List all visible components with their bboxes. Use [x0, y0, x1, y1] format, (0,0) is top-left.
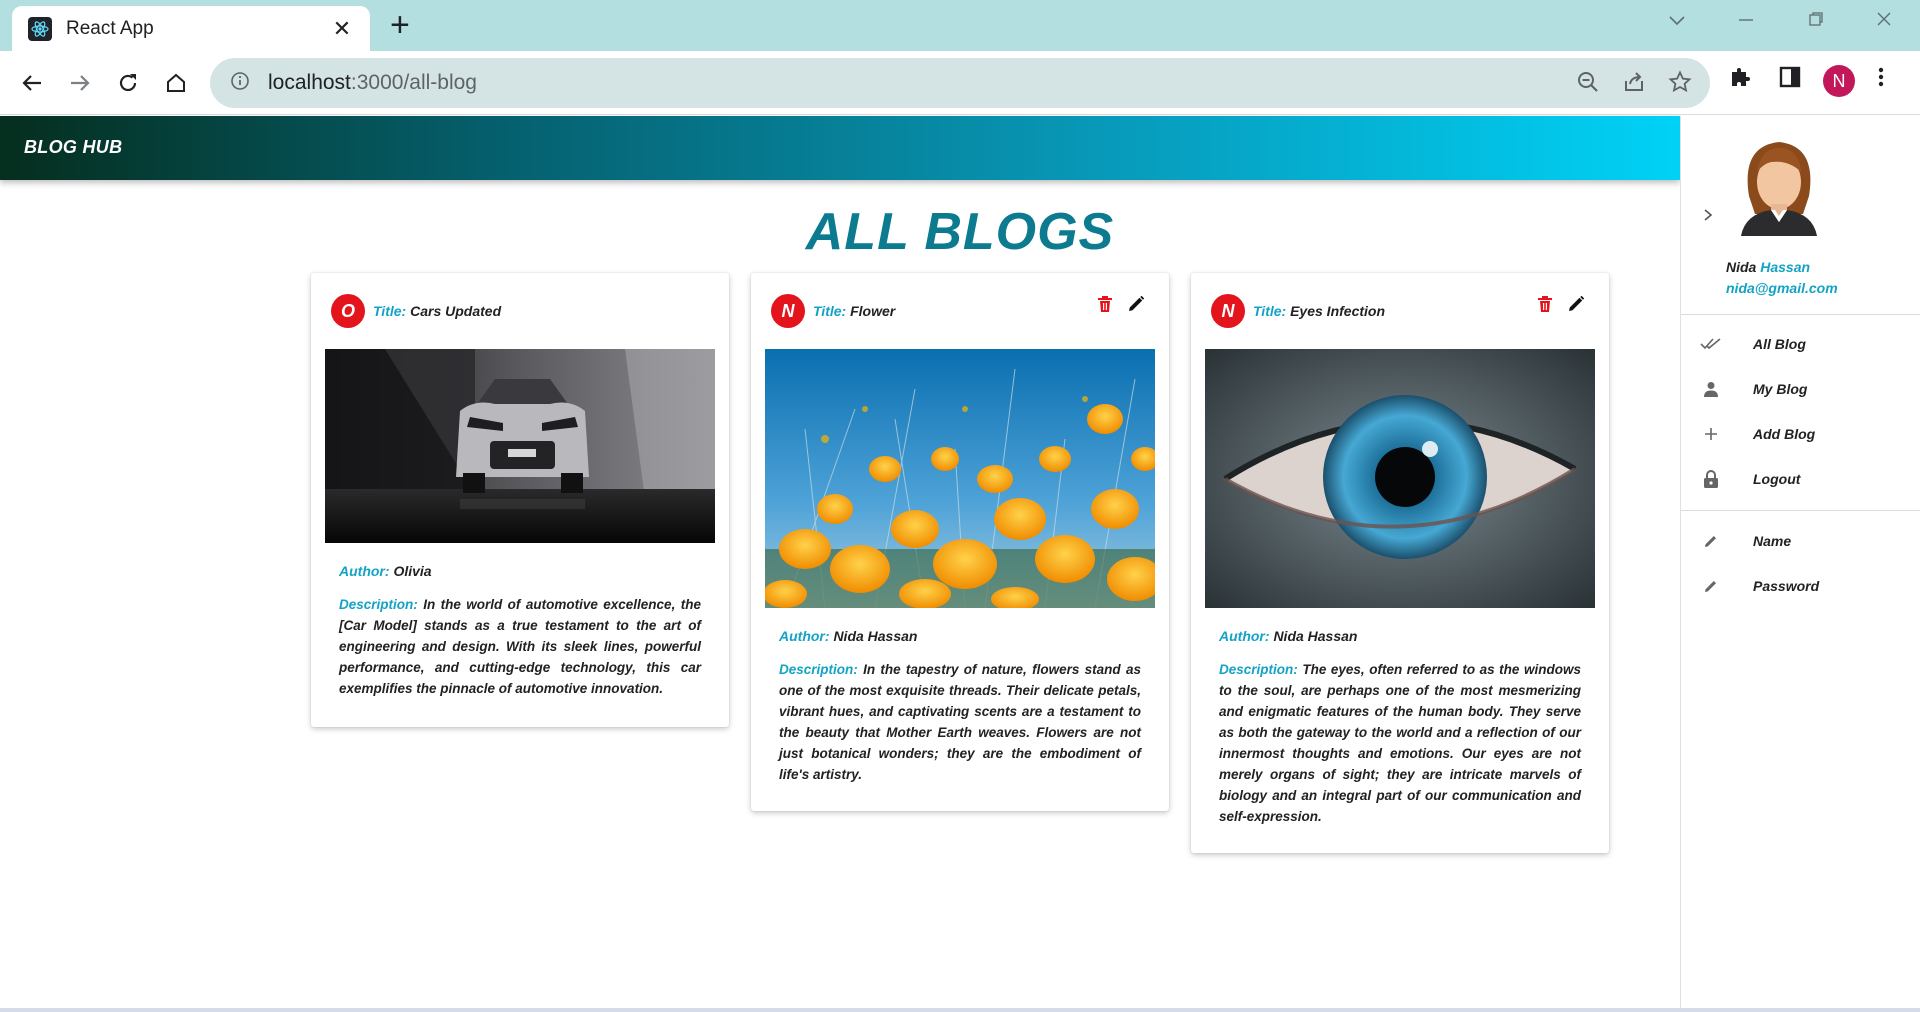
- delete-icon[interactable]: [1537, 295, 1553, 318]
- sidebar-item-logout[interactable]: Logout: [1681, 459, 1920, 499]
- url-text[interactable]: localhost:3000/all-blog: [268, 71, 477, 95]
- page-title: ALL BLOGS: [805, 203, 1115, 261]
- delete-icon[interactable]: [1097, 295, 1113, 318]
- site-info-icon[interactable]: [230, 71, 250, 96]
- share-icon[interactable]: [1622, 70, 1646, 99]
- restore-icon[interactable]: [1808, 10, 1824, 33]
- card-description: Description: In the tapestry of nature, …: [779, 662, 1141, 782]
- sidebar-item-label: All Blog: [1753, 336, 1806, 352]
- eye-image: [1205, 349, 1595, 608]
- browser-tab[interactable]: React App ✕: [12, 6, 370, 51]
- card-author: Author: Olivia: [339, 563, 432, 579]
- home-icon[interactable]: [158, 65, 194, 101]
- card-title: Title: Flower: [813, 303, 896, 319]
- pencil-icon: [1697, 579, 1725, 593]
- author-avatar: O: [331, 294, 365, 328]
- card-title: Title: Cars Updated: [373, 303, 502, 319]
- right-sidebar: Nida Hassan nida@gmail.com All Blog My B…: [1680, 116, 1920, 1009]
- bookmark-star-icon[interactable]: [1668, 70, 1692, 99]
- blog-card: O Title: Cars Updated Author: Olivia Des…: [311, 273, 729, 727]
- chevron-right-icon[interactable]: [1703, 206, 1713, 227]
- card-description: Description: In the world of automotive …: [339, 597, 701, 696]
- brand-logo[interactable]: BLOG HUB: [24, 137, 122, 158]
- pencil-icon: [1697, 534, 1725, 548]
- flower-image: [765, 349, 1155, 608]
- menu-dots-icon[interactable]: [1876, 65, 1886, 89]
- car-image: [325, 349, 715, 543]
- plus-icon: [1697, 427, 1725, 441]
- sidebar-item-label: Logout: [1753, 471, 1801, 487]
- sidebar-item-my-blog[interactable]: My Blog: [1681, 369, 1920, 409]
- close-tab-icon[interactable]: ✕: [330, 16, 354, 42]
- card-description: Description: The eyes, often referred to…: [1219, 662, 1581, 824]
- blog-card: N Title: Eyes Infection Author: Nida Has…: [1191, 273, 1609, 853]
- bottom-border: [0, 1008, 1920, 1012]
- card-title: Title: Eyes Infection: [1253, 303, 1386, 319]
- profile-name: Nida Hassan: [1726, 259, 1811, 275]
- sidebar-item-add-blog[interactable]: Add Blog: [1681, 414, 1920, 454]
- side-panel-icon[interactable]: [1778, 65, 1802, 89]
- sidebar-item-label: Name: [1753, 533, 1792, 549]
- double-check-icon: [1697, 337, 1725, 351]
- lock-icon: [1697, 470, 1725, 488]
- card-author: Author: Nida Hassan: [1219, 628, 1358, 644]
- user-avatar-image: [1731, 136, 1827, 236]
- person-icon: [1697, 381, 1725, 397]
- edit-pencil-icon[interactable]: [1127, 295, 1145, 318]
- blog-card: N Title: Flower Author: Nida Hassan Desc…: [751, 273, 1169, 811]
- profile-email: nida@gmail.com: [1726, 280, 1838, 296]
- react-logo-icon: [28, 16, 52, 41]
- sidebar-item-all-blog[interactable]: All Blog: [1681, 324, 1920, 364]
- sidebar-item-label: Password: [1753, 578, 1820, 594]
- card-author: Author: Nida Hassan: [779, 628, 918, 644]
- profile-avatar[interactable]: N: [1823, 65, 1855, 97]
- sidebar-item-label: Add Blog: [1753, 426, 1816, 442]
- browser-tab-bar: React App ✕ +: [0, 0, 1920, 51]
- tab-title: React App: [66, 17, 154, 39]
- reload-icon[interactable]: [110, 65, 146, 101]
- zoom-out-icon[interactable]: [1576, 70, 1600, 99]
- sidebar-divider: [1681, 314, 1920, 315]
- minimize-icon[interactable]: [1738, 10, 1754, 33]
- new-tab-icon[interactable]: +: [390, 8, 410, 42]
- browser-toolbar: localhost:3000/all-blog N: [0, 51, 1920, 115]
- sidebar-divider: [1681, 510, 1920, 511]
- app-header: BLOG HUB: [0, 116, 1680, 180]
- sidebar-item-name[interactable]: Name: [1681, 521, 1920, 561]
- author-avatar: N: [771, 294, 805, 328]
- sidebar-item-label: My Blog: [1753, 381, 1808, 397]
- extensions-icon[interactable]: [1728, 65, 1752, 89]
- window-close-icon[interactable]: [1876, 10, 1892, 33]
- address-bar[interactable]: localhost:3000/all-blog: [210, 58, 1710, 108]
- back-icon[interactable]: [14, 65, 50, 101]
- tab-search-icon[interactable]: [1668, 10, 1686, 33]
- sidebar-item-password[interactable]: Password: [1681, 566, 1920, 606]
- edit-pencil-icon[interactable]: [1567, 295, 1585, 318]
- forward-icon[interactable]: [62, 65, 98, 101]
- author-avatar: N: [1211, 294, 1245, 328]
